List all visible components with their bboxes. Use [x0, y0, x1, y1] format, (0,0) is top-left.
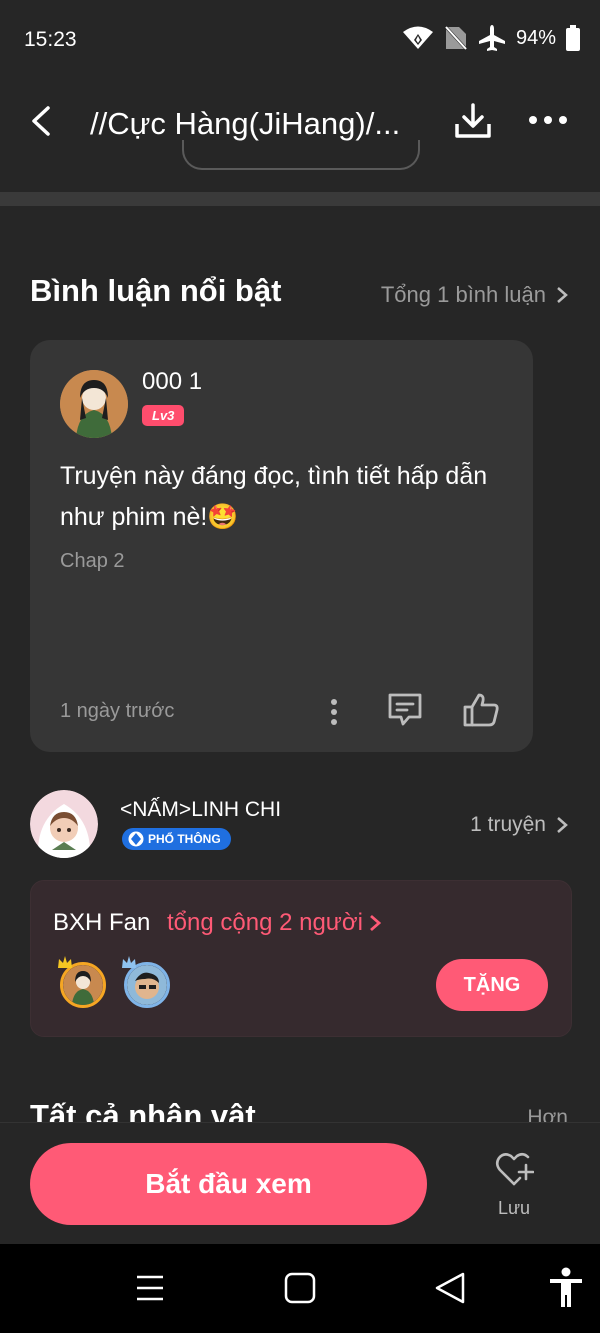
gift-button[interactable]: TẶNG: [436, 959, 548, 1011]
level-badge: Lv3: [142, 405, 185, 426]
crown-icon: [58, 956, 72, 968]
status-time: 15:23: [24, 28, 77, 51]
bottom-action-bar: Bắt đầu xem Lưu: [0, 1122, 600, 1245]
total-comments-label: Tổng 1 bình luận: [380, 282, 546, 307]
more-options-icon[interactable]: [528, 114, 568, 126]
author-tier-label: PHỔ THÔNG: [148, 832, 221, 846]
author-avatar[interactable]: [30, 790, 98, 858]
total-comments-link[interactable]: Tổng 1 bình luận: [381, 282, 568, 308]
crown-icon: [122, 956, 136, 968]
fan-total-label: tổng cộng 2 người: [167, 909, 363, 936]
status-bar: 15:23 94%: [0, 0, 600, 80]
author-stories-link[interactable]: 1 truyện: [470, 813, 568, 837]
like-icon[interactable]: [462, 692, 500, 728]
section-divider: [0, 192, 600, 206]
back-arrow-icon[interactable]: [28, 106, 54, 136]
no-sim-icon: [443, 25, 468, 51]
fan-ranking-title: BXH Fan: [53, 909, 151, 936]
commenter-avatar[interactable]: [60, 370, 128, 438]
collapsed-pill: [182, 140, 420, 170]
author-name[interactable]: <NẤM>LINH CHI: [120, 798, 281, 822]
accessibility-icon[interactable]: [548, 1267, 584, 1309]
heart-plus-icon: [495, 1152, 535, 1186]
recent-apps-icon[interactable]: [134, 1272, 166, 1304]
status-icons: 94%: [402, 24, 580, 52]
reply-icon[interactable]: [387, 692, 423, 728]
system-nav-bar: [0, 1244, 600, 1333]
author-stories-label: 1 truyện: [470, 813, 546, 836]
fan-rank-2[interactable]: [121, 956, 173, 1011]
fan-ranking-card: BXH Fan tổng cộng 2 người TẶNG: [30, 880, 572, 1037]
fan-total-link[interactable]: tổng cộng 2 người: [167, 909, 381, 937]
highlighted-comments-title: Bình luận nổi bật: [30, 273, 282, 308]
chevron-right-icon: [557, 287, 568, 303]
comment-chapter[interactable]: Chap 2: [60, 550, 125, 573]
fan-rank-1[interactable]: [57, 956, 109, 1011]
comment-time: 1 ngày trước: [60, 700, 175, 722]
download-icon[interactable]: [454, 102, 492, 140]
save-label: Lưu: [497, 1198, 531, 1218]
comment-more-icon[interactable]: [328, 698, 340, 726]
comment-text: Truyện này đáng đọc, tình tiết hấp dẫn n…: [60, 462, 488, 531]
chevron-right-icon: [370, 914, 381, 932]
wifi-icon: [402, 26, 433, 49]
home-icon[interactable]: [283, 1271, 317, 1305]
page-title: //Cực Hàng(JiHang)/...: [90, 106, 401, 141]
chevron-right-icon: [557, 817, 568, 833]
commenter-username[interactable]: 000 1: [142, 368, 202, 396]
back-nav-icon[interactable]: [432, 1270, 468, 1306]
start-watching-button[interactable]: Bắt đầu xem: [30, 1143, 427, 1225]
comment-card[interactable]: 000 1 Lv3 Truyện này đáng đọc, tình tiết…: [30, 340, 533, 752]
tier-diamond-icon: [128, 831, 144, 847]
battery-icon: [566, 25, 580, 51]
author-tier-badge: PHỔ THÔNG: [122, 828, 231, 850]
battery-percent: 94%: [515, 26, 556, 49]
save-button[interactable]: Lưu: [490, 1151, 538, 1219]
airplane-mode-icon: [478, 25, 505, 51]
